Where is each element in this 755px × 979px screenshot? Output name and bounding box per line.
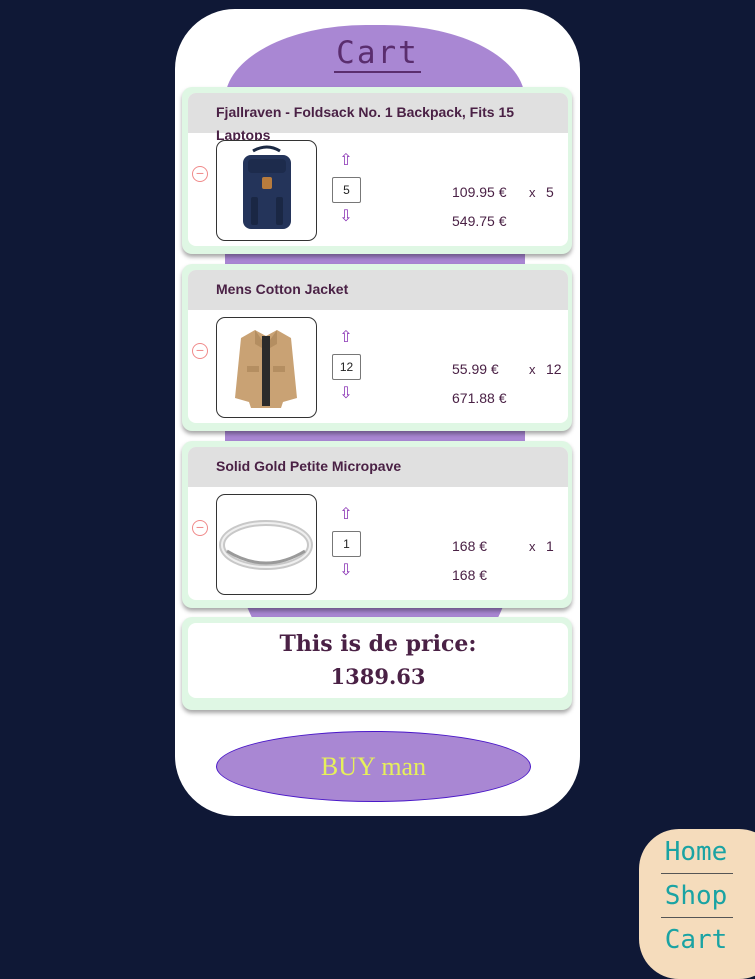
increase-quantity-icon[interactable]: ⇧ — [338, 507, 354, 523]
cart-card: Cart Fjallraven - Foldsack No. 1 Backpac… — [175, 9, 580, 816]
nav-shop-link[interactable]: Shop — [661, 881, 731, 911]
increase-quantity-icon[interactable]: ⇧ — [338, 153, 354, 169]
remove-item-icon[interactable]: − — [192, 166, 208, 182]
cart-item: Mens Cotton Jacket − ⇧ 12 ⇩ 55.99 € x 12… — [182, 264, 572, 431]
item-count: 5 — [546, 184, 554, 200]
backpack-icon — [216, 140, 317, 241]
cart-item-body: Fjallraven - Foldsack No. 1 Backpack, Fi… — [188, 93, 568, 246]
item-name: Mens Cotton Jacket — [216, 281, 349, 297]
nav-divider — [661, 873, 733, 874]
unit-price: 109.95 € — [452, 184, 507, 200]
cart-item-body: Mens Cotton Jacket − ⇧ 12 ⇩ 55.99 € x 12… — [188, 270, 568, 423]
item-count: 12 — [546, 361, 562, 377]
nav-divider — [661, 917, 733, 918]
price-summary-body: This is de price: 1389.63 — [188, 623, 568, 698]
ring-icon — [216, 494, 317, 595]
quantity-input[interactable]: 1 — [332, 531, 361, 557]
unit-price: 55.99 € — [452, 361, 499, 377]
buy-button[interactable]: BUY man — [216, 731, 531, 802]
nav-menu: Home Shop Cart — [639, 829, 755, 979]
line-total: 168 € — [452, 567, 488, 583]
line-total: 671.88 € — [452, 390, 507, 406]
decrease-quantity-icon[interactable]: ⇩ — [338, 563, 354, 579]
page-title: Cart — [334, 35, 421, 73]
nav-home-link[interactable]: Home — [661, 837, 731, 867]
quantity-input[interactable]: 12 — [332, 354, 361, 380]
cart-item-header: Solid Gold Petite Micropave — [188, 447, 568, 487]
item-count: 1 — [546, 538, 554, 554]
quantity-input[interactable]: 5 — [332, 177, 361, 203]
times-sign: x — [529, 362, 536, 377]
cart-item-header: Fjallraven - Foldsack No. 1 Backpack, Fi… — [188, 93, 568, 143]
unit-price: 168 € — [452, 538, 488, 554]
cart-item-body: Solid Gold Petite Micropave − ⇧ 1 ⇩ 168 … — [188, 447, 568, 600]
increase-quantity-icon[interactable]: ⇧ — [338, 330, 354, 346]
price-label: This is de price: — [279, 631, 477, 657]
cart-item-header: Mens Cotton Jacket — [188, 270, 568, 310]
decrease-quantity-icon[interactable]: ⇩ — [338, 386, 354, 402]
jacket-icon — [216, 317, 317, 418]
nav-cart-link[interactable]: Cart — [661, 925, 731, 955]
remove-item-icon[interactable]: − — [192, 343, 208, 359]
price-summary: This is de price: 1389.63 — [182, 617, 572, 710]
decrease-quantity-icon[interactable]: ⇩ — [338, 209, 354, 225]
times-sign: x — [529, 539, 536, 554]
price-value: 1389.63 — [330, 664, 426, 689]
item-name: Solid Gold Petite Micropave — [216, 458, 402, 474]
cart-item: Solid Gold Petite Micropave − ⇧ 1 ⇩ 168 … — [182, 441, 572, 608]
times-sign: x — [529, 185, 536, 200]
remove-item-icon[interactable]: − — [192, 520, 208, 536]
line-total: 549.75 € — [452, 213, 507, 229]
cart-item: Fjallraven - Foldsack No. 1 Backpack, Fi… — [182, 87, 572, 254]
